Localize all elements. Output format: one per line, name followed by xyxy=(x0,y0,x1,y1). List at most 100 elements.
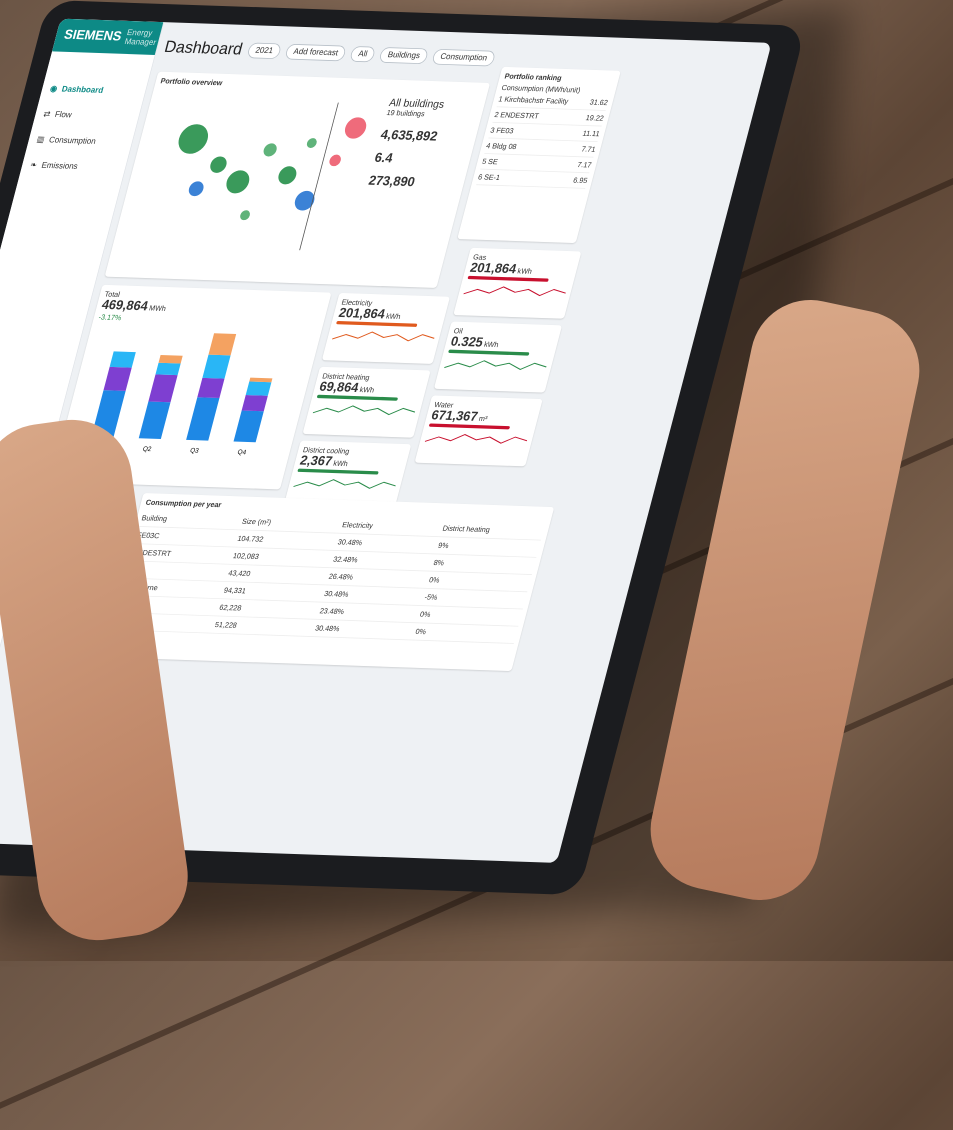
bubble xyxy=(240,210,250,221)
table-cell: ENDESTRT xyxy=(131,548,173,558)
ranking-value: 19.22 xyxy=(584,113,605,123)
kpi-unit: kWh xyxy=(330,458,349,468)
bar-segment xyxy=(148,374,178,403)
table-cell: 8% xyxy=(432,558,446,567)
kpi-unit: kWh xyxy=(481,340,500,349)
ranking-building: 3 FE03 xyxy=(489,126,515,136)
area-value: 273,890 xyxy=(366,174,417,190)
sparkline xyxy=(444,360,547,370)
bubble xyxy=(329,154,341,167)
year-selector[interactable]: 2021 xyxy=(246,42,283,59)
total-value: 469,864 xyxy=(100,298,150,314)
sparkline xyxy=(424,433,528,444)
buildings-count: 19 buildings xyxy=(385,108,426,118)
kpi-unit: kWh xyxy=(383,311,402,321)
bar-segment xyxy=(103,366,132,391)
bar-segment xyxy=(245,381,272,396)
threshold-line xyxy=(299,102,339,251)
table-cell: 30.48% xyxy=(323,589,350,599)
ranking-value: 7.17 xyxy=(576,160,593,170)
bubble xyxy=(344,117,367,139)
sidebar-item-dashboard[interactable]: ◉ Dashboard xyxy=(39,76,148,105)
sidebar-item-label: Flow xyxy=(53,110,73,120)
bubble xyxy=(210,156,227,173)
flow-icon: ⇄ xyxy=(42,109,52,120)
bubble xyxy=(226,170,250,194)
kpi-tile[interactable]: District heating 69,864 kWh xyxy=(302,366,431,438)
sidebar-item-consumption[interactable]: ▥ Consumption xyxy=(26,127,135,156)
bubble-chart xyxy=(178,102,367,251)
ranking-value: 7.71 xyxy=(580,144,597,154)
bar-segment xyxy=(249,377,273,383)
buildings-filter[interactable]: Buildings xyxy=(378,46,430,64)
kpi-value: 69,864 xyxy=(317,379,361,396)
bubble xyxy=(278,166,297,185)
ranking-list: 1 Kirchbachstr Facility 31.62 2 ENDESTRT 19… xyxy=(476,91,610,189)
leaf-icon: ❧ xyxy=(28,160,38,171)
kpi-unit: kWh xyxy=(356,385,376,395)
consumption-filter[interactable]: Consumption xyxy=(431,48,497,67)
table-cell: 51,228 xyxy=(213,620,238,630)
bar-segment xyxy=(197,377,225,399)
consumption-table-card: Consumption per year Building Size (m²) … xyxy=(100,493,555,672)
sparkline xyxy=(463,286,566,297)
table-cell: 94,331 xyxy=(222,586,247,595)
add-forecast-button[interactable]: Add forecast xyxy=(284,43,348,61)
sparkline xyxy=(293,479,396,489)
table-cell: 0% xyxy=(414,627,428,636)
column-header: Size (m²) xyxy=(241,517,273,527)
all-filter[interactable]: All xyxy=(349,45,377,62)
ranking-building: 4 Bldg 08 xyxy=(485,141,518,151)
table-body: FE03C 104.732 30.48% 9% ENDESTRT 102,083 32.48… xyxy=(112,526,541,644)
ranking-value: 31.62 xyxy=(588,97,609,107)
bar-segment xyxy=(109,351,136,368)
sidebar-item-label: Emissions xyxy=(40,161,79,172)
ranking-value: 6.95 xyxy=(572,176,589,185)
bubble xyxy=(188,181,204,197)
kpi-value: 201,864 xyxy=(468,261,518,277)
table-cell: 23.48% xyxy=(318,606,346,616)
table-cell: 62,228 xyxy=(218,603,243,613)
sidebar-item-label: Consumption xyxy=(47,135,97,147)
kpi-tile[interactable]: Gas 201,864 kWh xyxy=(453,247,582,319)
table-cell: 26.48% xyxy=(327,572,355,582)
bar-segment xyxy=(208,333,237,356)
bar-segment xyxy=(202,354,231,379)
kpi-value: 2,367 xyxy=(298,453,334,469)
sidebar-item-emissions[interactable]: ❧ Emissions xyxy=(19,152,128,181)
kpi-value: 201,864 xyxy=(337,306,387,322)
list-item[interactable]: 6 SE-1 6.95 xyxy=(476,169,590,189)
x-tick-label: Q4 xyxy=(237,449,248,456)
table-cell: 0% xyxy=(419,610,432,619)
intensity-value: 6.4 xyxy=(372,151,395,166)
total-value: 4,635,892 xyxy=(379,128,439,144)
table-cell: FE03C xyxy=(136,530,161,540)
kpi-unit: m³ xyxy=(475,414,489,423)
bar-segment xyxy=(186,397,220,441)
card-title: Portfolio ranking xyxy=(503,71,563,83)
dashboard-icon: ◉ xyxy=(48,84,59,94)
table-cell: 104.732 xyxy=(236,534,265,544)
x-tick-label: Q2 xyxy=(142,446,153,453)
sparkline xyxy=(312,405,416,416)
kpi-value: 0.325 xyxy=(449,334,485,350)
bar-segment xyxy=(158,354,183,364)
bar-segment xyxy=(241,395,268,412)
kpi-tile[interactable]: Water 671,367 m³ xyxy=(414,395,543,467)
bubble xyxy=(263,143,277,157)
bubble xyxy=(294,190,315,211)
bubble xyxy=(306,138,317,148)
table-cell: 0% xyxy=(428,575,441,585)
sparkline xyxy=(332,331,435,342)
sidebar-item-flow[interactable]: ⇄ Flow xyxy=(32,101,141,130)
sidebar-item-label: Dashboard xyxy=(60,84,105,96)
brand-logo: SIEMENS xyxy=(62,27,124,44)
ranking-building: 5 SE xyxy=(481,157,499,166)
column-header: District heating xyxy=(441,524,491,534)
table-cell: 102,083 xyxy=(232,551,260,561)
table-cell: 32.48% xyxy=(332,555,359,565)
table-cell: 43,420 xyxy=(227,568,252,578)
kpi-unit: kWh xyxy=(514,266,533,276)
kpi-tile[interactable]: Oil 0.325 kWh xyxy=(433,321,563,393)
kpi-tile[interactable]: Electricity 201,864 kWh xyxy=(321,292,451,364)
